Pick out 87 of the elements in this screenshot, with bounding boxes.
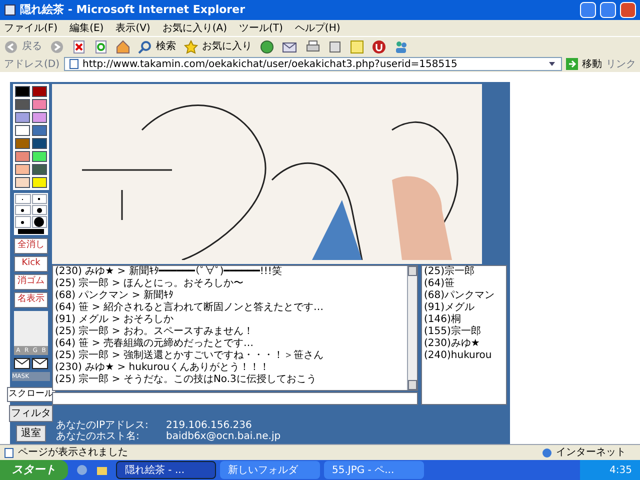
chat-message: (91) メグル > おそろしか	[55, 314, 174, 326]
user-name: (240)hukurou	[424, 350, 493, 362]
arrow-icon	[566, 58, 578, 70]
color-swatch[interactable]	[15, 86, 30, 97]
chat-message: (64) 笹 > 紹介されると言われて断固ノンと答えたとです…	[55, 302, 324, 314]
tool-button[interactable]: 消ゴム	[14, 274, 48, 290]
printer-icon[interactable]	[306, 40, 320, 54]
color-swatch[interactable]	[32, 99, 47, 110]
start-button[interactable]: スタート	[0, 460, 68, 480]
chat-message: (25) 宗一郎 > おわ。スペースすみません！	[55, 326, 254, 338]
color-swatch[interactable]	[15, 99, 30, 110]
clock: 4:35	[610, 464, 632, 478]
color-swatch[interactable]	[32, 125, 47, 136]
user-name: (68)パンクマン	[424, 290, 496, 302]
stop-icon[interactable]	[72, 40, 86, 54]
go-button[interactable]: 移動	[566, 56, 602, 72]
menu-item[interactable]: お気に入り(A)	[162, 20, 227, 36]
color-swatch[interactable]	[32, 177, 47, 188]
color-swatch[interactable]	[15, 125, 30, 136]
color-swatch[interactable]	[15, 138, 30, 149]
taskbar-button[interactable]: 新しいフォルダ	[220, 461, 320, 479]
page-icon	[4, 448, 14, 458]
chat-input[interactable]	[52, 392, 418, 405]
back-button[interactable]: 戻る	[4, 39, 42, 54]
pen-size-selector[interactable]	[14, 193, 48, 235]
home-icon[interactable]	[116, 40, 130, 54]
envelope-icon[interactable]	[32, 358, 48, 368]
user-name: (64)笹	[424, 278, 456, 290]
menu-item[interactable]: 編集(E)	[70, 20, 104, 36]
color-swatch[interactable]	[32, 164, 47, 175]
user-name: (91)メグル	[424, 302, 476, 314]
user-name: (146)桐	[424, 314, 462, 326]
favorites-button[interactable]: お気に入り	[184, 39, 252, 54]
people-icon[interactable]	[394, 40, 408, 54]
color-swatch[interactable]	[15, 151, 30, 162]
maximize-button[interactable]	[600, 2, 616, 18]
refresh-icon[interactable]	[94, 40, 108, 54]
note-icon[interactable]	[350, 40, 364, 54]
color-swatch[interactable]	[15, 164, 30, 175]
chat-message: (230) みゆ★ > hukurouくんありがとう！！！	[55, 362, 271, 374]
tool-button[interactable]: Kick	[14, 256, 48, 272]
chat-message: (25) 宗一郎 > 強制送還とかすごいですね・・・！＞笹さん	[55, 350, 324, 362]
user-name: (25)宗一郎	[424, 266, 476, 278]
chat-message: (25) 宗一郎 > ほんとにっ。おそろしか〜	[55, 278, 244, 290]
square-icon[interactable]	[328, 40, 342, 54]
chat-message: (25) 宗一郎 > そうだな。この技はNo.3に伝授しておこう	[55, 374, 318, 386]
envelope-icon[interactable]	[14, 358, 30, 368]
links-label[interactable]: リンク	[606, 56, 636, 72]
address-label: アドレス(D)	[4, 58, 60, 72]
info-label: あなたのIPアドレス:	[56, 420, 150, 431]
color-swatch[interactable]	[32, 151, 47, 162]
filter-button[interactable]: フィルタ	[9, 405, 53, 422]
user-name: (230)みゆ★	[424, 338, 481, 350]
color-swatch[interactable]	[15, 112, 30, 123]
search-button[interactable]: 検索	[138, 39, 176, 54]
minimize-button[interactable]	[580, 2, 596, 18]
address-field[interactable]: http://www.takamin.com/oekakichat/user/oekakichat3.php?userid=158515	[64, 57, 562, 71]
tool-button[interactable]: 全消し	[14, 238, 48, 254]
search-icon	[138, 40, 152, 54]
color-swatch[interactable]	[32, 138, 47, 149]
color-swatch[interactable]	[15, 177, 30, 188]
info-label: あなたのホスト名:	[56, 431, 140, 442]
info-value: 219.106.156.236	[166, 420, 253, 431]
mail-icon[interactable]	[282, 40, 298, 54]
menu-item[interactable]: 表示(V)	[116, 20, 150, 36]
status-message: ページが表示されました	[18, 446, 129, 460]
window-title: 隠れ絵茶 - Microsoft Internet Explorer	[20, 2, 246, 18]
u-logo-icon[interactable]	[372, 40, 386, 54]
chat-message: (68) パンクマン > 新聞ｷﾀ	[55, 290, 174, 302]
exit-button[interactable]: 退室	[16, 425, 46, 442]
scrollbar[interactable]	[407, 266, 417, 390]
info-value: baidb6x@ocn.bai.ne.jp	[166, 431, 282, 442]
folder-icon[interactable]	[96, 464, 108, 476]
menu-item[interactable]: ヘルプ(H)	[294, 20, 340, 36]
page-icon	[68, 59, 79, 69]
chat-message: (64) 笹 > 売春組織の元締めだったとです…	[55, 338, 254, 350]
taskbar-button[interactable]: 隠れ絵茶 - ...	[116, 461, 216, 479]
color-swatch[interactable]	[32, 86, 47, 97]
zone-label: インターネット	[556, 446, 627, 460]
menu-item[interactable]: ツール(T)	[239, 20, 283, 36]
color-swatch[interactable]	[32, 112, 47, 123]
menu-item[interactable]: ファイル(F)	[4, 20, 58, 36]
taskbar-button[interactable]: 55.JPG - ペ...	[324, 461, 424, 479]
user-name: (155)宗一郎	[424, 326, 482, 338]
star-icon	[184, 40, 198, 54]
close-button[interactable]	[620, 2, 636, 18]
tool-button[interactable]: 名表示	[14, 292, 48, 308]
